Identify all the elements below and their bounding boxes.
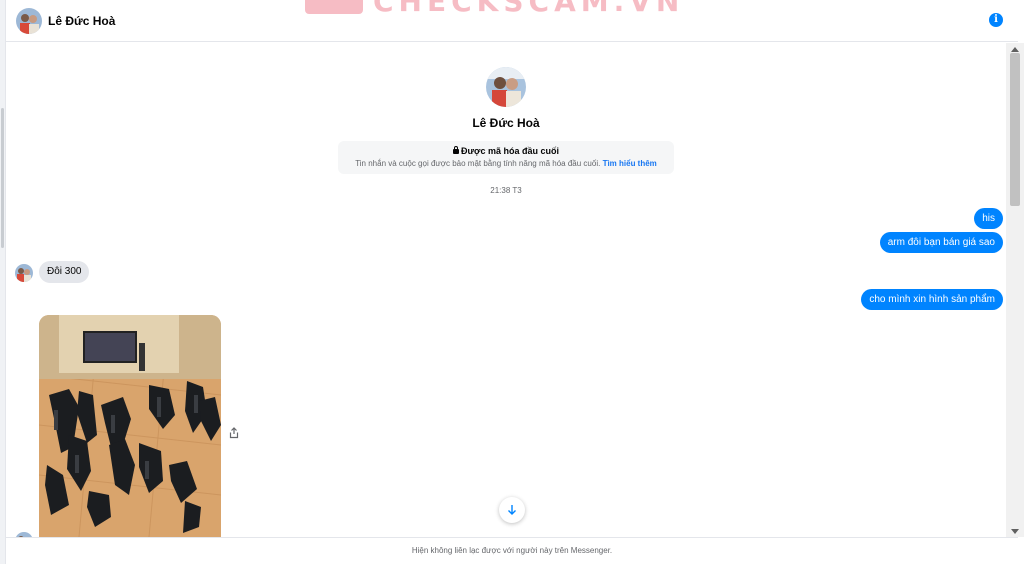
encryption-text: Tin nhắn và cuộc gọi được bảo mật bằng t… [355,159,601,168]
unavailable-notice: Hiện không liên lạc được với người này t… [6,537,1018,564]
messenger-window: Lê Đức Hoà i CHECKSCAM.VN Lê Đức Hoà Đượ… [0,0,1024,564]
watermark-text: CHECKSCAM.VN [373,0,685,18]
profile-name: Lê Đức Hoà [472,116,540,130]
encryption-title-text: Được mã hóa đầu cuối [461,146,559,156]
info-icon[interactable]: i [989,13,1003,27]
message-list[interactable]: Lê Đức Hoà Được mã hóa đầu cuối Tin nhắn… [6,43,1006,537]
scroll-down-arrow[interactable] [1011,529,1019,534]
left-scrollbar-thumb[interactable] [1,108,4,248]
outgoing-message[interactable]: arm đôi bạn bán giá sao [879,232,1003,253]
arrow-down-icon [508,505,516,515]
encryption-description: Tin nhắn và cuộc gọi được bảo mật bằng t… [338,159,674,168]
scroll-to-bottom-button[interactable] [499,497,525,523]
chat-scrollbar[interactable] [1006,43,1024,537]
contact-avatar-small[interactable] [15,264,33,282]
scrollbar-thumb[interactable] [1010,53,1020,206]
outgoing-message[interactable]: his [974,208,1003,229]
learn-more-link[interactable]: Tìm hiểu thêm [603,159,657,168]
incoming-message[interactable]: Đôi 300 [39,261,90,283]
encryption-notice: Được mã hóa đầu cuối Tin nhắn và cuộc gọ… [338,141,674,174]
contact-avatar[interactable] [16,7,42,34]
message-timestamp: 21:38 T3 [490,186,522,195]
profile-intro: Lê Đức Hoà [6,67,1006,130]
watermark-logo [305,0,363,14]
lock-icon [453,146,460,154]
outgoing-message[interactable]: cho mình xin hình sản phẩm [861,289,1003,310]
encryption-title: Được mã hóa đầu cuối [338,146,674,156]
profile-avatar[interactable] [486,67,526,107]
contact-name[interactable]: Lê Đức Hoà [48,14,115,28]
scroll-up-arrow[interactable] [1011,47,1019,52]
watermark: CHECKSCAM.VN [305,0,684,18]
product-photo[interactable] [39,315,221,537]
share-icon[interactable] [228,426,240,439]
